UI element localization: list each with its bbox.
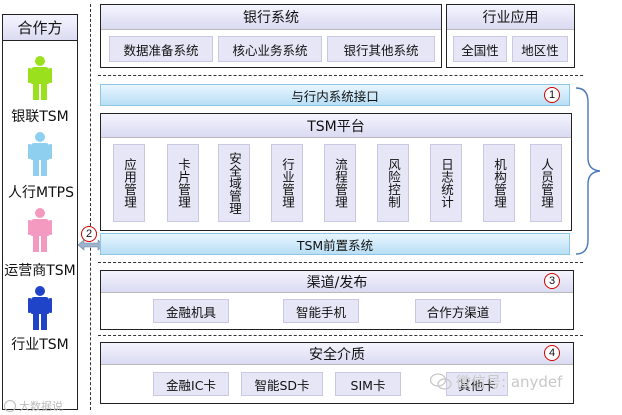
interface-bar: 与行内系统接口 — [100, 84, 570, 106]
tsm-module: 卡片管理 — [167, 144, 199, 222]
partner-label-carrier: 运营商TSM — [4, 263, 76, 279]
partners-title: 合作方 — [2, 14, 78, 41]
security-item: 智能SD卡 — [241, 372, 323, 396]
tsm-module: 风险控制 — [377, 144, 409, 222]
channel-item: 金融机具 — [153, 299, 229, 323]
industry-app-item: 地区性 — [512, 36, 568, 62]
bank-system-title: 银行系统 — [101, 5, 441, 30]
tsm-module: 应用管理 — [113, 144, 145, 222]
marker-4: 4 — [544, 345, 560, 361]
channel-title: 渠道/发布 — [101, 271, 573, 293]
wechat-icon — [430, 372, 452, 390]
right-brace-icon — [575, 87, 601, 255]
industry-app-item: 全国性 — [453, 36, 507, 62]
tsm-module: 机构管理 — [483, 144, 515, 222]
industry-app-panel: 行业应用 全国性 地区性 — [446, 4, 575, 68]
tsm-module: 日志统计 — [430, 144, 462, 222]
tsm-module: 安全域管理 — [218, 144, 250, 222]
unionpay-tsm-person-icon — [28, 56, 52, 100]
mid-divider — [98, 262, 583, 263]
bank-system-panel: 银行系统 数据准备系统 核心业务系统 银行其他系统 — [100, 4, 442, 68]
partner-label-unionpay: 银联TSM — [11, 109, 69, 125]
marker-1: 1 — [544, 87, 560, 103]
industry-app-title: 行业应用 — [447, 5, 574, 30]
channel-item: 合作方渠道 — [415, 299, 501, 323]
security-item: SIM卡 — [335, 372, 401, 396]
bank-system-item: 数据准备系统 — [109, 36, 213, 62]
tsm-front-bar: TSM前置系统 — [100, 233, 570, 255]
lower-divider — [98, 335, 583, 336]
security-title: 安全介质 — [101, 343, 573, 365]
tsm-platform-title: TSM平台 — [101, 114, 571, 138]
bank-system-item: 银行其他系统 — [327, 36, 435, 62]
industry-tsm-person-icon — [28, 286, 52, 330]
tsm-module: 行业管理 — [271, 144, 303, 222]
marker-3: 3 — [544, 273, 560, 289]
wechat-watermark-text: 微信号: anydef — [456, 373, 563, 391]
watermark-logo-icon — [4, 400, 16, 412]
partner-label-industry: 行业TSM — [11, 337, 69, 353]
bottom-left-watermark: 大数据说 — [4, 398, 63, 414]
tsm-module: 流程管理 — [324, 144, 356, 222]
channel-item: 智能手机 — [283, 299, 359, 323]
wechat-watermark: 微信号: anydef — [430, 371, 562, 392]
top-divider — [98, 75, 583, 76]
tsm-module: 人员管理 — [530, 144, 562, 222]
pboc-mtps-person-icon — [28, 132, 52, 176]
marker-2: 2 — [81, 226, 97, 242]
carrier-tsm-person-icon — [28, 208, 52, 252]
partner-divider — [90, 4, 91, 410]
channel-panel: 渠道/发布 金融机具 智能手机 合作方渠道 — [100, 270, 574, 330]
bottom-left-watermark-text: 大数据说 — [19, 400, 63, 413]
bank-system-item: 核心业务系统 — [218, 36, 322, 62]
security-item: 金融IC卡 — [153, 372, 229, 396]
partner-label-pboc: 人行MTPS — [8, 185, 74, 201]
